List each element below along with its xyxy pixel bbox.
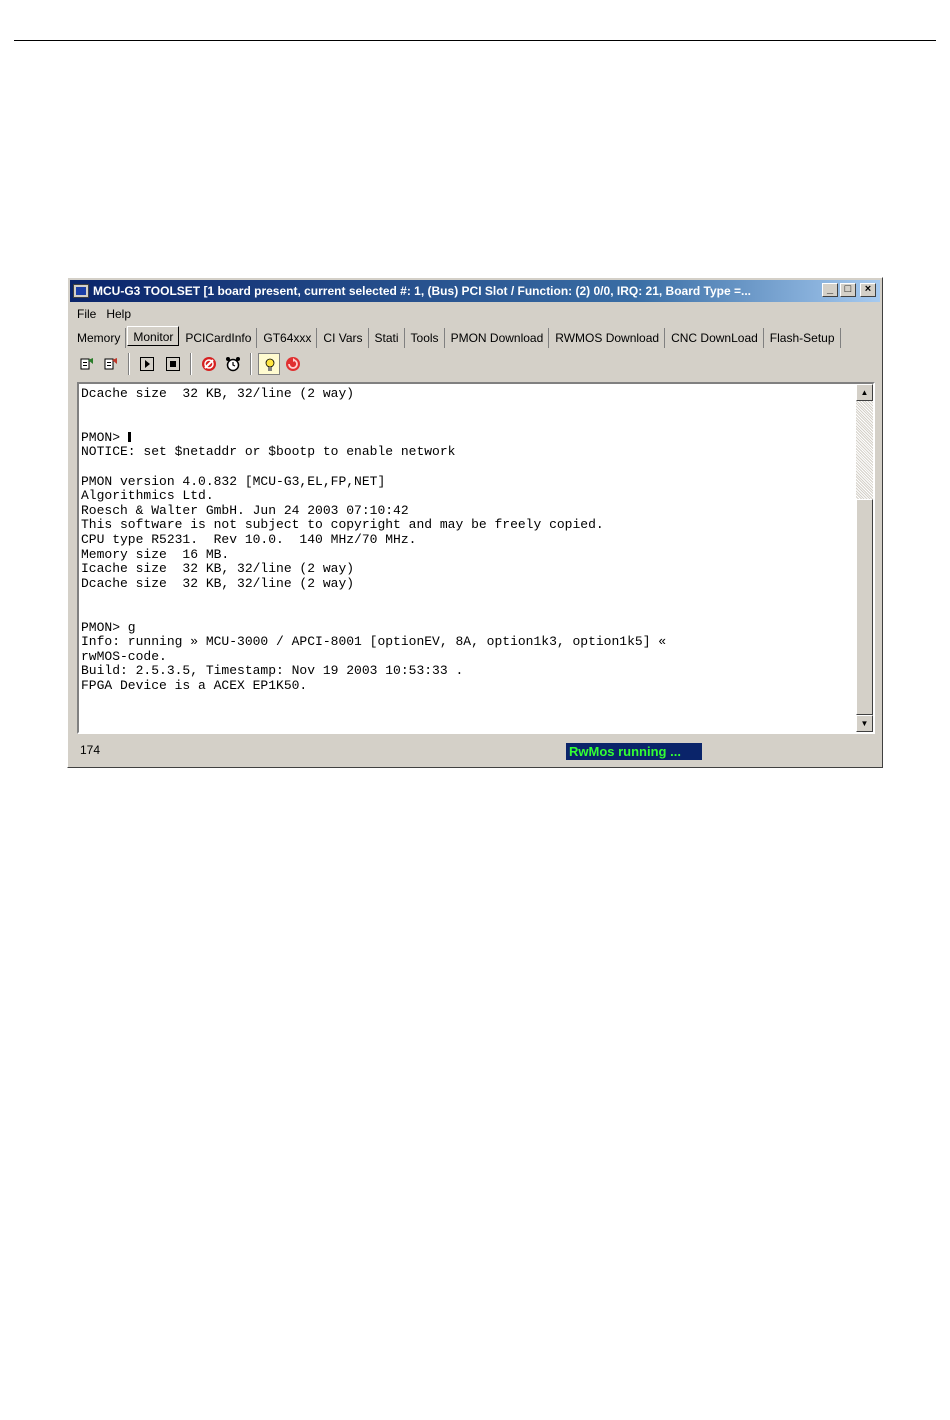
title-bar[interactable]: MCU-G3 TOOLSET [1 board present, current…	[70, 280, 880, 302]
scroll-down-button[interactable]: ▼	[856, 715, 873, 732]
scroll-up-button[interactable]: ▲	[856, 384, 873, 401]
maximize-button[interactable]: □	[840, 283, 856, 297]
terminal-line: NOTICE: set $netaddr or $bootp to enable…	[81, 444, 456, 460]
tab-tools[interactable]: Tools	[406, 328, 445, 348]
menu-item-file[interactable]: File	[72, 305, 101, 323]
terminal-line: Roesch & Walter GmbH. Jun 24 2003 07:10:…	[81, 502, 409, 518]
tab-gt64xxx[interactable]: GT64xxx	[258, 328, 318, 348]
app-icon	[73, 284, 89, 298]
halt-icon[interactable]	[198, 353, 220, 375]
tab-cnc-download[interactable]: CNC DownLoad	[666, 328, 764, 348]
tab-monitor[interactable]: Monitor	[127, 326, 180, 346]
monitor-terminal[interactable]: Dcache size 32 KB, 32/line (2 way) PMON> …	[77, 382, 875, 734]
tab-memory[interactable]: Memory	[72, 328, 127, 348]
disconnect-icon[interactable]	[100, 353, 122, 375]
tab-pcicardinfo[interactable]: PCICardInfo	[180, 328, 258, 348]
terminal-line: PMON> g	[81, 619, 136, 635]
status-line-count: 174	[80, 743, 101, 757]
vertical-scrollbar[interactable]: ▲ ▼	[856, 384, 873, 732]
status-bar: 174 RwMos running ...	[74, 739, 880, 761]
terminal-line: PMON version 4.0.832 [MCU-G3,EL,FP,NET]	[81, 473, 386, 489]
tab-strip: Memory Monitor PCICardInfo GT64xxx CI Vars St…	[72, 326, 878, 348]
toolbar	[74, 351, 880, 377]
tab-flash-setup[interactable]: Flash-Setup	[765, 328, 841, 348]
reset-icon[interactable]	[282, 353, 304, 375]
terminal-line: rwMOS-code.	[81, 648, 167, 664]
connect-icon[interactable]	[76, 353, 98, 375]
step-icon[interactable]	[136, 353, 158, 375]
terminal-line: FPGA Device is a ACEX EP1K50.	[81, 677, 308, 693]
toolbar-separator	[190, 353, 192, 375]
tab-ci-vars[interactable]: CI Vars	[318, 328, 369, 348]
tab-pmon-download[interactable]: PMON Download	[446, 328, 550, 348]
terminal-output[interactable]: Dcache size 32 KB, 32/line (2 way) PMON> …	[81, 387, 851, 727]
toolbar-separator	[128, 353, 130, 375]
minimize-button[interactable]: _	[822, 283, 838, 297]
close-button[interactable]: ×	[860, 283, 876, 297]
menu-bar: File Help	[72, 305, 136, 323]
page-top-rule	[14, 40, 936, 41]
terminal-line: Algorithmics Ltd.	[81, 488, 214, 504]
terminal-line: Info: running » MCU-3000 / APCI-8001 [op…	[81, 634, 667, 650]
window-title: MCU-G3 TOOLSET [1 board present, current…	[93, 284, 752, 298]
stop-icon[interactable]	[162, 353, 184, 375]
scrollbar-thumb[interactable]	[856, 499, 873, 715]
tab-rwmos-download[interactable]: RWMOS Download	[550, 328, 666, 348]
app-window: MCU-G3 TOOLSET [1 board present, current…	[67, 277, 883, 768]
terminal-line: PMON>	[81, 430, 851, 446]
terminal-line: This software is not subject to copyrigh…	[81, 517, 604, 533]
terminal-line: Icache size 32 KB, 32/line (2 way)	[81, 561, 355, 577]
terminal-line: Build: 2.5.3.5, Timestamp: Nov 19 2003 1…	[81, 663, 464, 679]
tab-stati[interactable]: Stati	[370, 328, 405, 348]
terminal-line: Dcache size 32 KB, 32/line (2 way)	[81, 575, 355, 591]
lightbulb-icon[interactable]	[258, 353, 280, 375]
terminal-line: Dcache size 32 KB, 32/line (2 way)	[81, 387, 355, 401]
terminal-line: Memory size 16 MB.	[81, 546, 230, 562]
menu-item-help[interactable]: Help	[101, 305, 136, 323]
status-badge: RwMos running ...	[566, 743, 702, 760]
toolbar-separator	[250, 353, 252, 375]
text-cursor	[127, 431, 131, 442]
alarm-clock-icon[interactable]	[222, 353, 244, 375]
terminal-line: CPU type R5231. Rev 10.0. 140 MHz/70 MHz…	[81, 531, 417, 547]
